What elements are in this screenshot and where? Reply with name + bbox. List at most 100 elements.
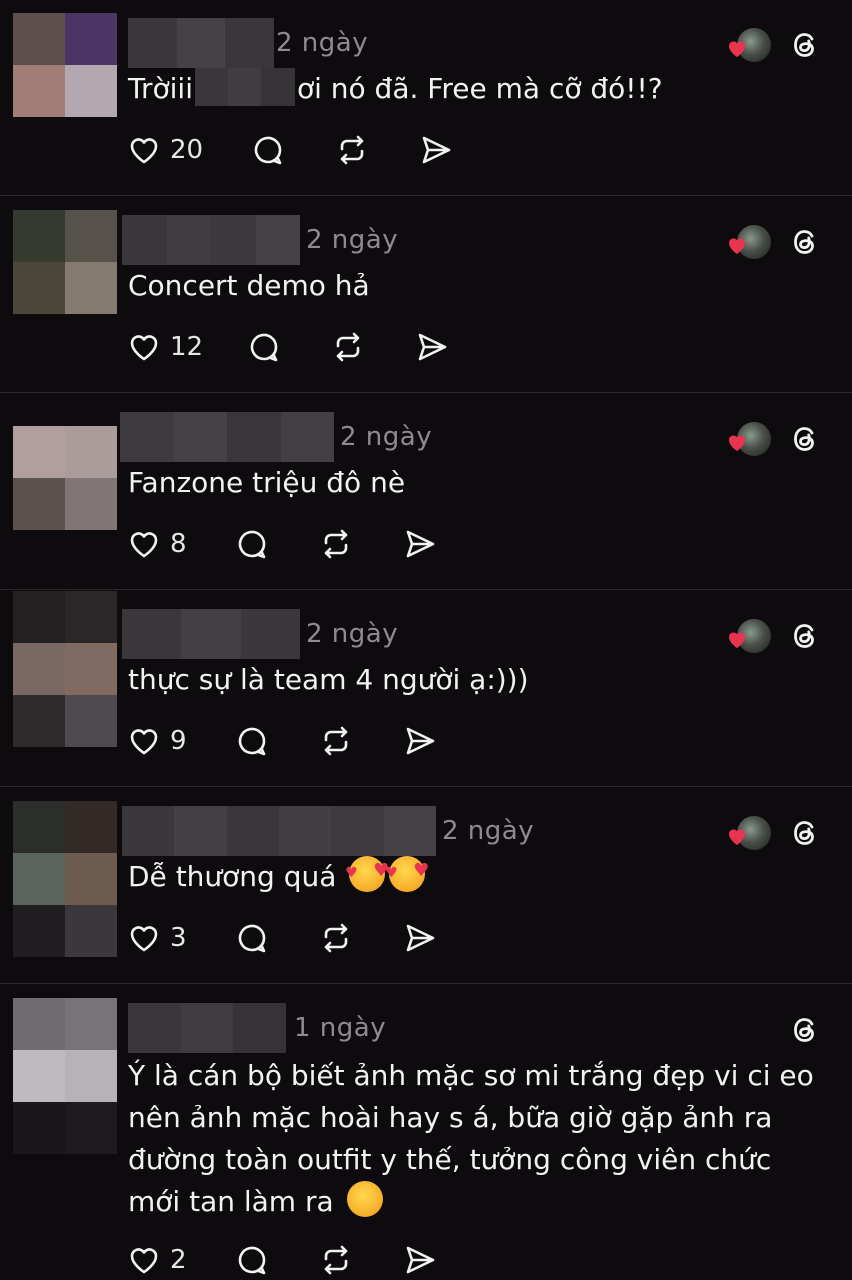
reply-button[interactable] <box>234 721 270 761</box>
comment-icon <box>238 1246 266 1275</box>
username-blurred[interactable] <box>128 1003 287 1053</box>
like-button[interactable]: 3 <box>126 918 187 958</box>
repost-button[interactable] <box>318 721 354 761</box>
avatar-blurred[interactable] <box>13 13 117 117</box>
share-button[interactable] <box>402 721 438 761</box>
comment-timestamp: 2 ngày <box>276 28 369 58</box>
avatar-blurred-lower <box>13 905 117 957</box>
repost-button[interactable] <box>318 918 354 958</box>
reply-button[interactable] <box>234 524 270 564</box>
repost-icon <box>324 529 348 559</box>
heart-icon <box>130 729 158 755</box>
repost-button[interactable] <box>318 524 354 564</box>
threads-logo-icon[interactable] <box>788 816 822 850</box>
repost-icon <box>336 332 360 362</box>
comment-text-line: Ý là cán bộ biết ảnh mặc sơ mi trắng đẹp… <box>128 1059 814 1092</box>
avatar-blurred-lower <box>13 695 117 747</box>
red-heart-icon <box>729 829 745 845</box>
reply-button[interactable] <box>250 130 286 170</box>
red-heart-icon <box>729 435 745 451</box>
username-blurred[interactable] <box>120 412 334 462</box>
threads-logo-icon[interactable] <box>788 28 822 62</box>
comment-divider <box>0 983 852 984</box>
comment-icon <box>238 530 266 559</box>
avatar-blurred[interactable] <box>13 591 117 695</box>
avatar-blurred[interactable] <box>13 426 117 530</box>
red-heart-icon <box>729 41 745 57</box>
like-button[interactable]: 2 <box>126 1240 187 1280</box>
threads-logo-icon[interactable] <box>788 1013 822 1047</box>
reply-button[interactable] <box>246 327 282 367</box>
comment-divider <box>0 786 852 787</box>
share-icon <box>406 924 435 952</box>
threads-logo-icon[interactable] <box>788 225 822 259</box>
like-count: 8 <box>170 529 187 559</box>
comment-divider <box>0 589 852 590</box>
threads-logo-icon[interactable] <box>788 619 822 653</box>
heart-icon <box>130 1248 158 1274</box>
smiling-face-with-hearts-emoji <box>385 850 429 894</box>
liked-by-author-badge <box>725 617 773 655</box>
like-button[interactable]: 20 <box>126 130 203 170</box>
comment-text: Dễ thương quá <box>128 850 828 898</box>
comment-text-line: đường toàn outfit y thế, tưởng công viên… <box>128 1143 772 1176</box>
comment-text-part: ơi nó đã. Free mà cỡ đó!!? <box>296 72 663 105</box>
reply-button[interactable] <box>234 1240 270 1280</box>
username-blurred[interactable] <box>122 806 436 856</box>
username-blurred[interactable] <box>122 609 300 659</box>
share-button[interactable] <box>402 1240 438 1280</box>
reply-button[interactable] <box>234 918 270 958</box>
comment-timestamp: 1 ngày <box>294 1013 387 1043</box>
username-blurred[interactable] <box>128 18 275 68</box>
share-icon <box>406 1246 435 1274</box>
avatar-blurred[interactable] <box>13 801 117 905</box>
avatar-blurred[interactable] <box>13 998 117 1102</box>
threads-logo-icon[interactable] <box>788 422 822 456</box>
share-icon <box>406 727 435 755</box>
comment-text-line: mới tan làm ra <box>128 1181 828 1223</box>
comment-text: Concert demo hả <box>128 269 370 302</box>
repost-icon <box>324 923 348 953</box>
like-button[interactable]: 9 <box>126 721 187 761</box>
avatar-blurred-lower <box>13 1102 117 1154</box>
like-count: 20 <box>170 135 204 165</box>
red-heart-icon <box>729 238 745 254</box>
heart-icon <box>130 335 158 361</box>
comment-item: 2 ngày Fanzone triệu đô nè 8 <box>0 394 852 589</box>
comment-item: 2 ngày Dễ thương quá 3 <box>0 788 852 983</box>
heart-icon <box>130 138 158 164</box>
action-bar: 12 <box>126 327 486 367</box>
comment-text: Fanzone triệu đô nè <box>128 466 406 499</box>
repost-button[interactable] <box>318 1240 354 1280</box>
repost-icon <box>340 135 364 165</box>
comment-text-part: Dễ thương quá <box>128 860 337 893</box>
share-button[interactable] <box>418 130 454 170</box>
comment-icon <box>238 924 266 953</box>
share-button[interactable] <box>402 524 438 564</box>
comment-item: 2 ngày Trờiii ơi nó đã. Free mà cỡ đó!!? … <box>0 0 852 195</box>
censored-name <box>194 68 295 106</box>
smiling-face-with-hearts-emoji <box>345 850 389 894</box>
action-bar: 20 <box>126 130 486 170</box>
liked-by-author-badge <box>725 420 773 458</box>
comment-text: Ý là cán bộ biết ảnh mặc sơ mi trắng đẹp… <box>128 1055 828 1223</box>
comment-text: thực sự là team 4 người ạ:))) <box>128 663 529 696</box>
action-bar: 3 <box>126 918 486 958</box>
like-button[interactable]: 8 <box>126 524 187 564</box>
comment-text: Trờiii ơi nó đã. Free mà cỡ đó!!? <box>128 68 828 110</box>
comment-divider <box>0 195 852 196</box>
avatar-blurred[interactable] <box>13 210 117 314</box>
comment-text-line: nên ảnh mặc hoài hay s á, bữa giờ gặp ản… <box>128 1101 773 1134</box>
action-bar: 2 <box>126 1240 486 1280</box>
comment-timestamp: 2 ngày <box>306 619 399 649</box>
username-blurred[interactable] <box>122 215 300 265</box>
share-icon <box>418 333 447 361</box>
share-button[interactable] <box>414 327 450 367</box>
repost-button[interactable] <box>330 327 366 367</box>
like-count: 2 <box>170 1245 187 1275</box>
share-button[interactable] <box>402 918 438 958</box>
like-count: 3 <box>170 923 187 953</box>
repost-button[interactable] <box>334 130 370 170</box>
like-button[interactable]: 12 <box>126 327 203 367</box>
comment-text-part: mới tan làm ra <box>128 1185 334 1218</box>
